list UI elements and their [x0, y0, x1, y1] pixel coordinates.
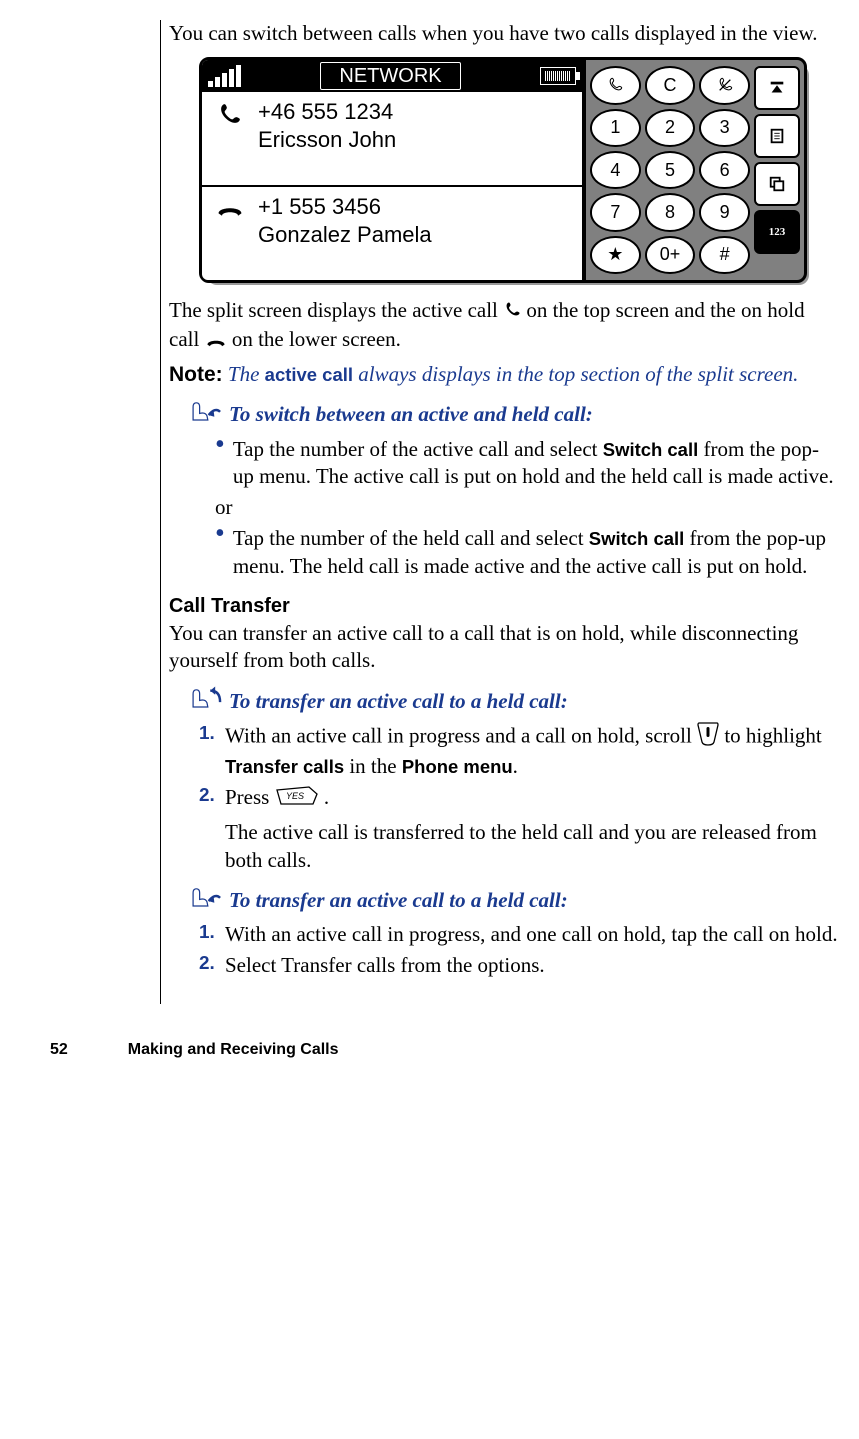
- active-call-icon: [216, 98, 246, 136]
- note-paragraph: Note: The active call always displays in…: [169, 361, 839, 388]
- held-call-icon: [216, 193, 246, 226]
- key-2: 2: [645, 109, 696, 147]
- key-hash: #: [699, 236, 750, 274]
- active-call-name: Ericsson John: [258, 126, 396, 154]
- step-item: 1. With an active call in progress, and …: [199, 921, 839, 948]
- key-9: 9: [699, 193, 750, 231]
- held-call-number: +1 555 3456: [258, 193, 432, 221]
- key-8: 8: [645, 193, 696, 231]
- procedure-heading-switch: To switch between an active and held cal…: [189, 398, 839, 431]
- side-up-icon: [754, 66, 800, 110]
- active-call-inline-icon: [503, 299, 521, 326]
- signal-icon: [208, 65, 241, 87]
- active-call-number: +46 555 1234: [258, 98, 396, 126]
- key-call-icon: [590, 66, 641, 104]
- step-item: 1. With an active call in progress and a…: [199, 722, 839, 781]
- side-123-icon: 123: [754, 210, 800, 254]
- scroll-key-icon: [697, 722, 719, 753]
- split-description: The split screen displays the active cal…: [169, 297, 839, 355]
- page-number: 52: [50, 1040, 68, 1061]
- network-label: NETWORK: [320, 62, 460, 90]
- key-7: 7: [590, 193, 641, 231]
- step-result: The active call is transferred to the he…: [225, 819, 839, 874]
- procedure-heading-transfer-2: To transfer an active call to a held cal…: [189, 884, 839, 917]
- held-call-row: +1 555 3456 Gonzalez Pamela: [202, 185, 582, 280]
- battery-icon: [540, 67, 576, 85]
- key-mute-icon: [699, 66, 750, 104]
- footer-title: Making and Receiving Calls: [128, 1040, 339, 1061]
- bullet-item: • Tap the number of the active call and …: [215, 436, 839, 491]
- key-1: 1: [590, 109, 641, 147]
- call-transfer-heading: Call Transfer: [169, 594, 839, 620]
- procedure-heading-transfer-1: To transfer an active call to a held cal…: [189, 685, 839, 718]
- keypad: C 1 2 3 4 5 6 7 8 9 ★ 0+ #: [586, 60, 754, 280]
- transfer-intro: You can transfer an active call to a cal…: [169, 620, 839, 675]
- held-call-inline-icon: [205, 328, 227, 355]
- held-call-name: Gonzalez Pamela: [258, 221, 432, 249]
- svg-text:YES: YES: [286, 791, 304, 801]
- key-star: ★: [590, 236, 641, 274]
- side-panel: 123: [754, 60, 804, 280]
- tap-arrow-icon: [189, 398, 225, 431]
- or-text: or: [215, 494, 839, 521]
- side-list-icon: [754, 114, 800, 158]
- bullet-item: • Tap the number of the held call and se…: [215, 525, 839, 580]
- step-item: 2. Select Transfer calls from the option…: [199, 952, 839, 979]
- side-windows-icon: [754, 162, 800, 206]
- page-footer: 52 Making and Receiving Calls: [50, 1040, 839, 1061]
- step-item: 2. Press YES .: [199, 784, 839, 813]
- yes-key-icon: YES: [275, 786, 319, 813]
- tap-arrow-icon: [189, 884, 225, 917]
- key-6: 6: [699, 151, 750, 189]
- key-0: 0+: [645, 236, 696, 274]
- key-3: 3: [699, 109, 750, 147]
- intro-text: You can switch between calls when you ha…: [169, 20, 839, 47]
- tap-back-icon: [189, 685, 225, 718]
- phone-screen-illustration: NETWORK +46 555 1234 Ericsson John: [199, 57, 809, 283]
- active-call-row: +46 555 1234 Ericsson John: [202, 92, 582, 185]
- note-label: Note:: [169, 363, 223, 386]
- key-c: C: [645, 66, 696, 104]
- status-bar: NETWORK: [202, 60, 582, 92]
- key-5: 5: [645, 151, 696, 189]
- key-4: 4: [590, 151, 641, 189]
